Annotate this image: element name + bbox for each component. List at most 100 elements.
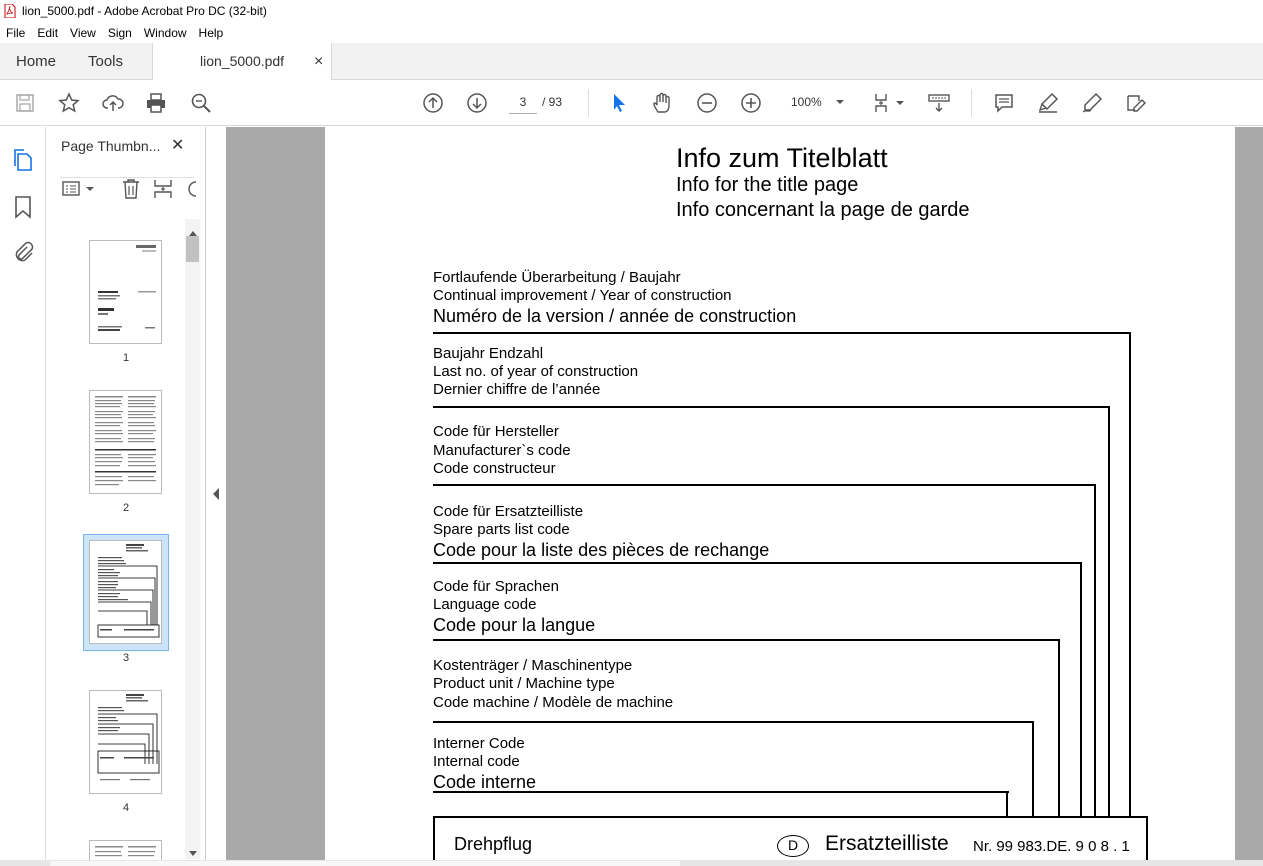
scrolling-mode-icon[interactable] [927, 91, 951, 115]
page-thumbnail-1[interactable] [89, 240, 162, 344]
draw-tool-icon[interactable] [1080, 91, 1104, 115]
comment-icon[interactable] [992, 91, 1016, 115]
zoom-out-icon[interactable] [695, 91, 719, 115]
page-title-de: Info zum Titelblatt [676, 143, 888, 173]
bookmarks-icon[interactable] [14, 195, 32, 224]
tab-document[interactable]: lion_5000.pdf × [152, 43, 332, 81]
menu-edit[interactable]: Edit [31, 26, 64, 40]
save-icon[interactable] [13, 91, 37, 115]
next-page-icon[interactable] [465, 91, 489, 115]
cloud-upload-icon[interactable] [101, 91, 125, 115]
title-box-left: Drehpflug [454, 834, 533, 854]
thumbnail-label-4: 4 [122, 802, 130, 814]
attachments-icon[interactable] [12, 240, 34, 269]
page-total: / 93 [542, 95, 563, 109]
section-2-fr: Dernier chiffre de l’année [433, 381, 601, 398]
leader-line-5 [433, 639, 1060, 641]
leader-line-2 [433, 406, 1110, 408]
pdf-page: Info zum Titelblatt Info for the title p… [325, 127, 1235, 860]
leader-vline-1 [1129, 332, 1131, 817]
section-1-fr: Numéro de la version / année de construc… [433, 306, 797, 326]
page-thumbnail-5[interactable] [89, 840, 162, 860]
tab-tools[interactable]: Tools [88, 43, 123, 80]
menu-help[interactable]: Help [193, 26, 230, 40]
language-circle: D [777, 835, 809, 857]
section-6-en: Product unit / Machine type [433, 675, 615, 692]
thumbnails-panel-title: Page Thumbn... [61, 138, 161, 154]
viewer-scrollbar[interactable] [1236, 127, 1263, 860]
page-fit-icon[interactable] [871, 91, 895, 115]
leader-vline-4 [1080, 562, 1082, 817]
page-title-en: Info for the title page [676, 174, 859, 196]
section-5-de: Code für Sprachen [433, 578, 559, 595]
horizontal-scrollbar-thumb[interactable] [50, 861, 680, 866]
section-3-de: Code für Hersteller [433, 423, 559, 440]
section-4-de: Code für Ersatzteilliste [433, 503, 584, 520]
menu-sign[interactable]: Sign [102, 26, 138, 40]
thumbnail-label-3: 3 [122, 652, 130, 664]
page-thumbnail-3[interactable] [89, 540, 162, 644]
horizontal-scrollbar[interactable] [0, 860, 1263, 866]
print-icon[interactable] [144, 91, 168, 115]
leader-line-6 [433, 721, 1034, 723]
previous-page-icon[interactable] [421, 91, 445, 115]
highlight-pen-icon[interactable] [1036, 91, 1060, 115]
close-panel-icon[interactable]: ✕ [171, 135, 184, 155]
section-2-de: Baujahr Endzahl [433, 345, 544, 362]
zoom-level-dropdown[interactable]: 100% [783, 90, 851, 114]
leader-vline-7 [1006, 791, 1008, 817]
pdf-app-icon [4, 3, 16, 19]
menu-file[interactable]: File [0, 26, 31, 40]
thumbnail-label-2: 2 [122, 502, 130, 514]
window-title: lion_5000.pdf - Adobe Acrobat Pro DC (32… [22, 4, 267, 18]
section-2-en: Last no. of year of construction [433, 363, 639, 380]
leader-line-1 [433, 332, 1131, 334]
navigation-rail [0, 127, 46, 860]
chevron-down-icon [835, 90, 845, 122]
page-thumbnail-2[interactable] [89, 390, 162, 494]
title-box-middle: Ersatzteilliste [825, 832, 949, 855]
section-6-de: Kostenträger / Maschinentype [433, 657, 633, 674]
section-7-fr: Code interne [433, 772, 537, 792]
scrollbar-thumb[interactable] [186, 236, 199, 262]
close-tab-icon[interactable]: × [314, 43, 323, 80]
delete-page-icon[interactable] [121, 178, 141, 205]
tab-bar: Home Tools lion_5000.pdf × [0, 43, 1263, 81]
page-number-input[interactable]: 3 [509, 90, 537, 114]
page-thumbnails-icon[interactable] [13, 148, 35, 177]
thumbnails-panel: Page Thumbn... ✕ 1 2 3 4 [46, 127, 206, 860]
select-arrow-icon[interactable] [607, 91, 631, 115]
section-7-de: Interner Code [433, 735, 525, 752]
tab-home[interactable]: Home [16, 43, 56, 80]
toolbar-divider [588, 89, 589, 117]
section-7-en: Internal code [433, 753, 520, 770]
title-box-number: Nr. 99 983.DE. 9 0 8 . 1 [973, 838, 1130, 855]
document-viewer[interactable]: Info zum Titelblatt Info for the title p… [226, 127, 1263, 860]
zoom-in-icon[interactable] [739, 91, 763, 115]
page-title-fr: Info concernant la page de garde [676, 199, 970, 221]
menu-view[interactable]: View [64, 26, 102, 40]
toolbar-divider [971, 89, 972, 117]
leader-vline-5 [1058, 639, 1060, 817]
section-1-de: Fortlaufende Überarbeitung / Baujahr [433, 269, 681, 286]
leader-line-4 [433, 562, 1082, 564]
thumbnails-scrollbar[interactable] [185, 219, 200, 859]
section-6-fr: Code machine / Modèle de machine [433, 694, 674, 711]
section-5-fr: Code pour la langue [433, 615, 596, 635]
fill-sign-icon[interactable] [1124, 91, 1148, 115]
menu-bar: File Edit View Sign Window Help [0, 22, 1263, 43]
rotate-page-icon[interactable] [186, 178, 200, 205]
panel-collapse-handle[interactable] [206, 127, 226, 860]
leader-vline-6 [1032, 721, 1034, 817]
menu-window[interactable]: Window [138, 26, 193, 40]
chevron-left-icon[interactable] [212, 487, 220, 505]
page-fit-chevron-icon[interactable] [896, 96, 904, 115]
insert-page-icon[interactable] [153, 178, 175, 205]
section-4-en: Spare parts list code [433, 521, 570, 538]
page-thumbnail-4[interactable] [89, 690, 162, 794]
thumbnail-options-icon[interactable] [61, 179, 97, 204]
hand-tool-icon[interactable] [651, 91, 675, 115]
zoom-search-icon[interactable] [189, 91, 213, 115]
document-tab-label: lion_5000.pdf [200, 53, 285, 69]
star-icon[interactable] [57, 91, 81, 115]
